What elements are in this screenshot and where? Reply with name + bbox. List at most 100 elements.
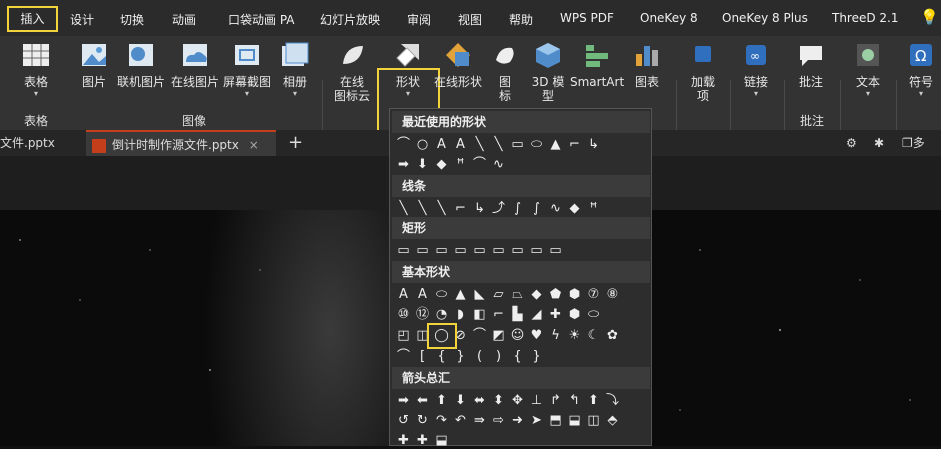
shape-item[interactable]: ◰ [396,328,411,343]
shape-item[interactable]: A [396,287,411,302]
shape-item[interactable]: ◢ [529,307,544,322]
shape-item[interactable]: ( [472,349,487,364]
shape-item[interactable]: { [510,349,525,364]
shape-item[interactable]: ☾ [586,328,601,343]
shape-item[interactable]: ⬘ [605,413,620,428]
close-icon[interactable]: × [249,138,259,152]
symbol-button[interactable]: Ω 符号 ▾ [906,40,936,124]
gear-icon[interactable]: ✱ [868,130,890,156]
shape-item[interactable]: ➤ [529,413,544,428]
shape-item[interactable]: A [453,137,468,152]
shape-item[interactable]: ◆ [567,201,582,216]
shape-item[interactable]: A [434,137,449,152]
shape-item[interactable]: ϟ [548,328,563,343]
shape-item[interactable]: ⌒ [396,137,411,152]
shape-item[interactable]: ▭ [434,243,449,258]
online-picture-button[interactable]: 联机图片 [116,40,166,124]
shape-item[interactable]: ♥ [529,328,544,343]
shape-item[interactable]: ▭ [396,243,411,258]
tab-view[interactable]: 视图 [458,11,482,28]
shape-item[interactable]: ╲ [396,201,411,216]
text-button[interactable]: 文本 ▾ [852,40,884,124]
shape-item[interactable]: ∿ [548,201,563,216]
shape-item[interactable]: ⬢ [567,287,582,302]
tab-threed[interactable]: ThreeD 2.1 [832,11,899,25]
shape-item[interactable]: ⬒ [548,413,563,428]
shape-item[interactable]: ⬟ [548,287,563,302]
shape-item[interactable]: ⤵ [605,393,620,408]
shape-item[interactable]: ⬢ [567,307,582,322]
shape-item[interactable]: ⏢ [510,287,525,302]
shape-item[interactable]: ⌐ [491,307,506,322]
shape-item[interactable]: } [453,349,468,364]
shape-item[interactable]: ⬅ [415,393,430,408]
doc-tab-first[interactable]: 文件.pptx [0,130,61,156]
shape-item[interactable]: ◣ [472,287,487,302]
shape-item[interactable]: ☺ [510,328,525,343]
shape-item[interactable]: ➡ [396,157,411,172]
addins-button[interactable]: 加载项 [686,40,720,124]
shape-item[interactable]: ⬭ [586,307,601,322]
shape-item[interactable]: ⬆ [586,393,601,408]
shape-item[interactable]: ⌐ [453,201,468,216]
shape-item[interactable]: ⬭ [529,137,544,152]
screenshot-button[interactable]: 屏幕截图 ▾ [222,40,272,124]
shape-item[interactable]: ▭ [510,243,525,258]
album-button[interactable]: 相册 ▾ [280,40,310,124]
shape-item[interactable]: [ [415,349,430,364]
tab-slideshow[interactable]: 幻灯片放映 [320,11,380,28]
shape-item[interactable]: ▭ [491,243,506,258]
shape-item[interactable]: ▭ [472,243,487,258]
shape-item[interactable]: ⬌ [472,393,487,408]
shape-item[interactable]: ⑩ [396,307,411,322]
lightbulb-icon[interactable]: 💡 [920,8,939,26]
shape-item[interactable]: ⑦ [586,287,601,302]
add-tab-button[interactable]: + [282,130,309,156]
shape-item[interactable]: ↻ [415,413,430,428]
link-button[interactable]: ∞ 链接 ▾ [740,40,772,124]
shape-item[interactable]: ▭ [548,243,563,258]
shape-item[interactable]: } [529,349,544,364]
shape-item[interactable]: ↳ [586,137,601,152]
shape-item[interactable]: ⇨ [491,413,506,428]
tab-transitions[interactable]: 切换 [120,11,144,28]
shape-item[interactable]: ╲ [472,137,487,152]
shape-item[interactable]: ↷ [434,413,449,428]
tab-design[interactable]: 设计 [70,11,94,28]
tab-wps-pdf[interactable]: WPS PDF [560,11,614,25]
shape-item[interactable]: ↰ [567,393,582,408]
shape-item[interactable]: ✿ [605,328,620,343]
shape-item[interactable]: ⑫ [415,307,430,322]
shape-item[interactable]: ⌐ [567,137,582,152]
shape-item[interactable]: ╲ [415,201,430,216]
shape-item[interactable]: ◫ [586,413,601,428]
shape-item[interactable]: ○ [415,137,430,152]
shape-item[interactable]: ▭ [529,243,544,258]
shape-item[interactable]: ▲ [453,287,468,302]
shape-item[interactable]: ⬇ [415,157,430,172]
shape-item[interactable]: ➜ [510,413,525,428]
tab-animations[interactable]: 动画 [172,11,196,28]
shape-item[interactable]: ✚ [415,433,430,448]
shape-item[interactable]: ▭ [510,137,525,152]
shape-item[interactable]: ▱ [491,287,506,302]
shape-item[interactable]: ✚ [396,433,411,448]
shape-item[interactable]: ➡ [396,393,411,408]
shape-item[interactable]: ↱ [548,393,563,408]
shape-item[interactable]: ꟸ [453,157,468,172]
shape-item[interactable]: ▭ [453,243,468,258]
shape-item[interactable]: ◔ [434,307,449,322]
tab-insert[interactable]: 插入 [7,6,58,32]
shape-item[interactable]: ▙ [510,307,525,322]
shape-item[interactable]: ◆ [529,287,544,302]
shape-item[interactable]: ◗ [453,307,468,322]
shape-item[interactable]: ⌒ [396,349,411,364]
shape-item[interactable]: { [434,349,449,364]
shape-item[interactable]: ╲ [434,201,449,216]
shape-item[interactable]: ▲ [548,137,563,152]
shape-item[interactable]: ✥ [510,393,525,408]
shape-item[interactable]: ↺ [396,413,411,428]
shape-item[interactable]: ∿ [491,157,506,172]
shape-item[interactable]: ▭ [415,243,430,258]
multi-window-button[interactable]: ❐多窗 [896,130,941,176]
